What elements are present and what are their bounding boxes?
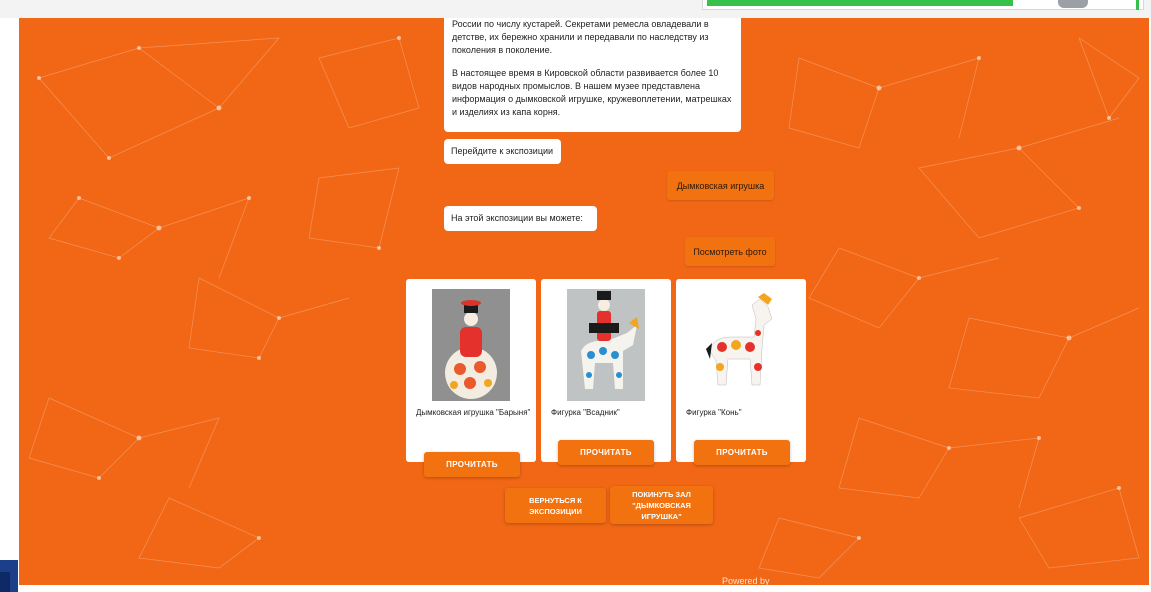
- card-caption: Фигурка "Всадник": [551, 408, 620, 417]
- lady-figurine-photo: [432, 289, 510, 401]
- card-horse: Фигурка "Конь": [676, 279, 806, 462]
- widget-edge: [1136, 0, 1139, 10]
- user-action-label: Посмотреть фото: [693, 246, 767, 257]
- read-button-label: ПРОЧИТАТЬ: [580, 448, 632, 457]
- read-button-lady[interactable]: ПРОЧИТАТЬ: [424, 452, 520, 477]
- chat-area[interactable]: России по числу кустарей. Секретами реме…: [19, 18, 1149, 585]
- read-button-label: ПРОЧИТАТЬ: [446, 460, 498, 469]
- card-caption: Фигурка "Конь": [686, 408, 742, 417]
- intro-paragraph-1: России по числу кустарей. Секретами реме…: [452, 19, 709, 55]
- back-to-exposition-button[interactable]: ВЕРНУТЬСЯ К ЭКСПОЗИЦИИ: [505, 488, 606, 523]
- rider-figurine-photo: [567, 289, 645, 401]
- intro-paragraph-2: В настоящее время в Кировской области ра…: [452, 68, 732, 117]
- user-action-view-photo[interactable]: Посмотреть фото: [685, 237, 775, 266]
- powered-by: Powered by: [722, 576, 770, 585]
- leave-hall-button[interactable]: ПОКИНУТЬ ЗАЛ "ДЫМКОВСКАЯ ИГРУШКА": [610, 486, 713, 524]
- read-button-horse[interactable]: ПРОЧИТАТЬ: [694, 440, 790, 465]
- bot-message-intro: России по числу кустарей. Секретами реме…: [444, 18, 741, 132]
- horse-figurine-photo: [702, 289, 780, 401]
- card-lady: Дымковская игрушка "Барыня": [406, 279, 536, 462]
- widget-thumb: [1058, 0, 1088, 8]
- bot-message-exposition-prompt: Перейдите к экспозиции: [444, 139, 561, 164]
- taskbar-corner-dark: [0, 572, 10, 592]
- card-caption: Дымковская игрушка "Барыня": [416, 408, 531, 417]
- read-button-rider[interactable]: ПРОЧИТАТЬ: [558, 440, 654, 465]
- back-button-label: ВЕРНУТЬСЯ К ЭКСПОЗИЦИИ: [529, 495, 582, 516]
- exposition-prompt-text: Перейдите к экспозиции: [451, 146, 554, 156]
- top-widget: [702, 0, 1144, 10]
- user-choice-label: Дымковская игрушка: [676, 180, 765, 191]
- card-rider: Фигурка "Всадник": [541, 279, 671, 462]
- bot-message-exposition: На этой экспозиции вы можете:: [444, 206, 597, 231]
- exposition-text: На этой экспозиции вы можете:: [451, 213, 583, 223]
- read-button-label: ПРОЧИТАТЬ: [716, 448, 768, 457]
- progress-bar: [707, 0, 1013, 6]
- user-choice-dymkovo[interactable]: Дымковская игрушка: [667, 171, 774, 200]
- leave-button-label: ПОКИНУТЬ ЗАЛ "ДЫМКОВСКАЯ ИГРУШКА": [632, 489, 691, 521]
